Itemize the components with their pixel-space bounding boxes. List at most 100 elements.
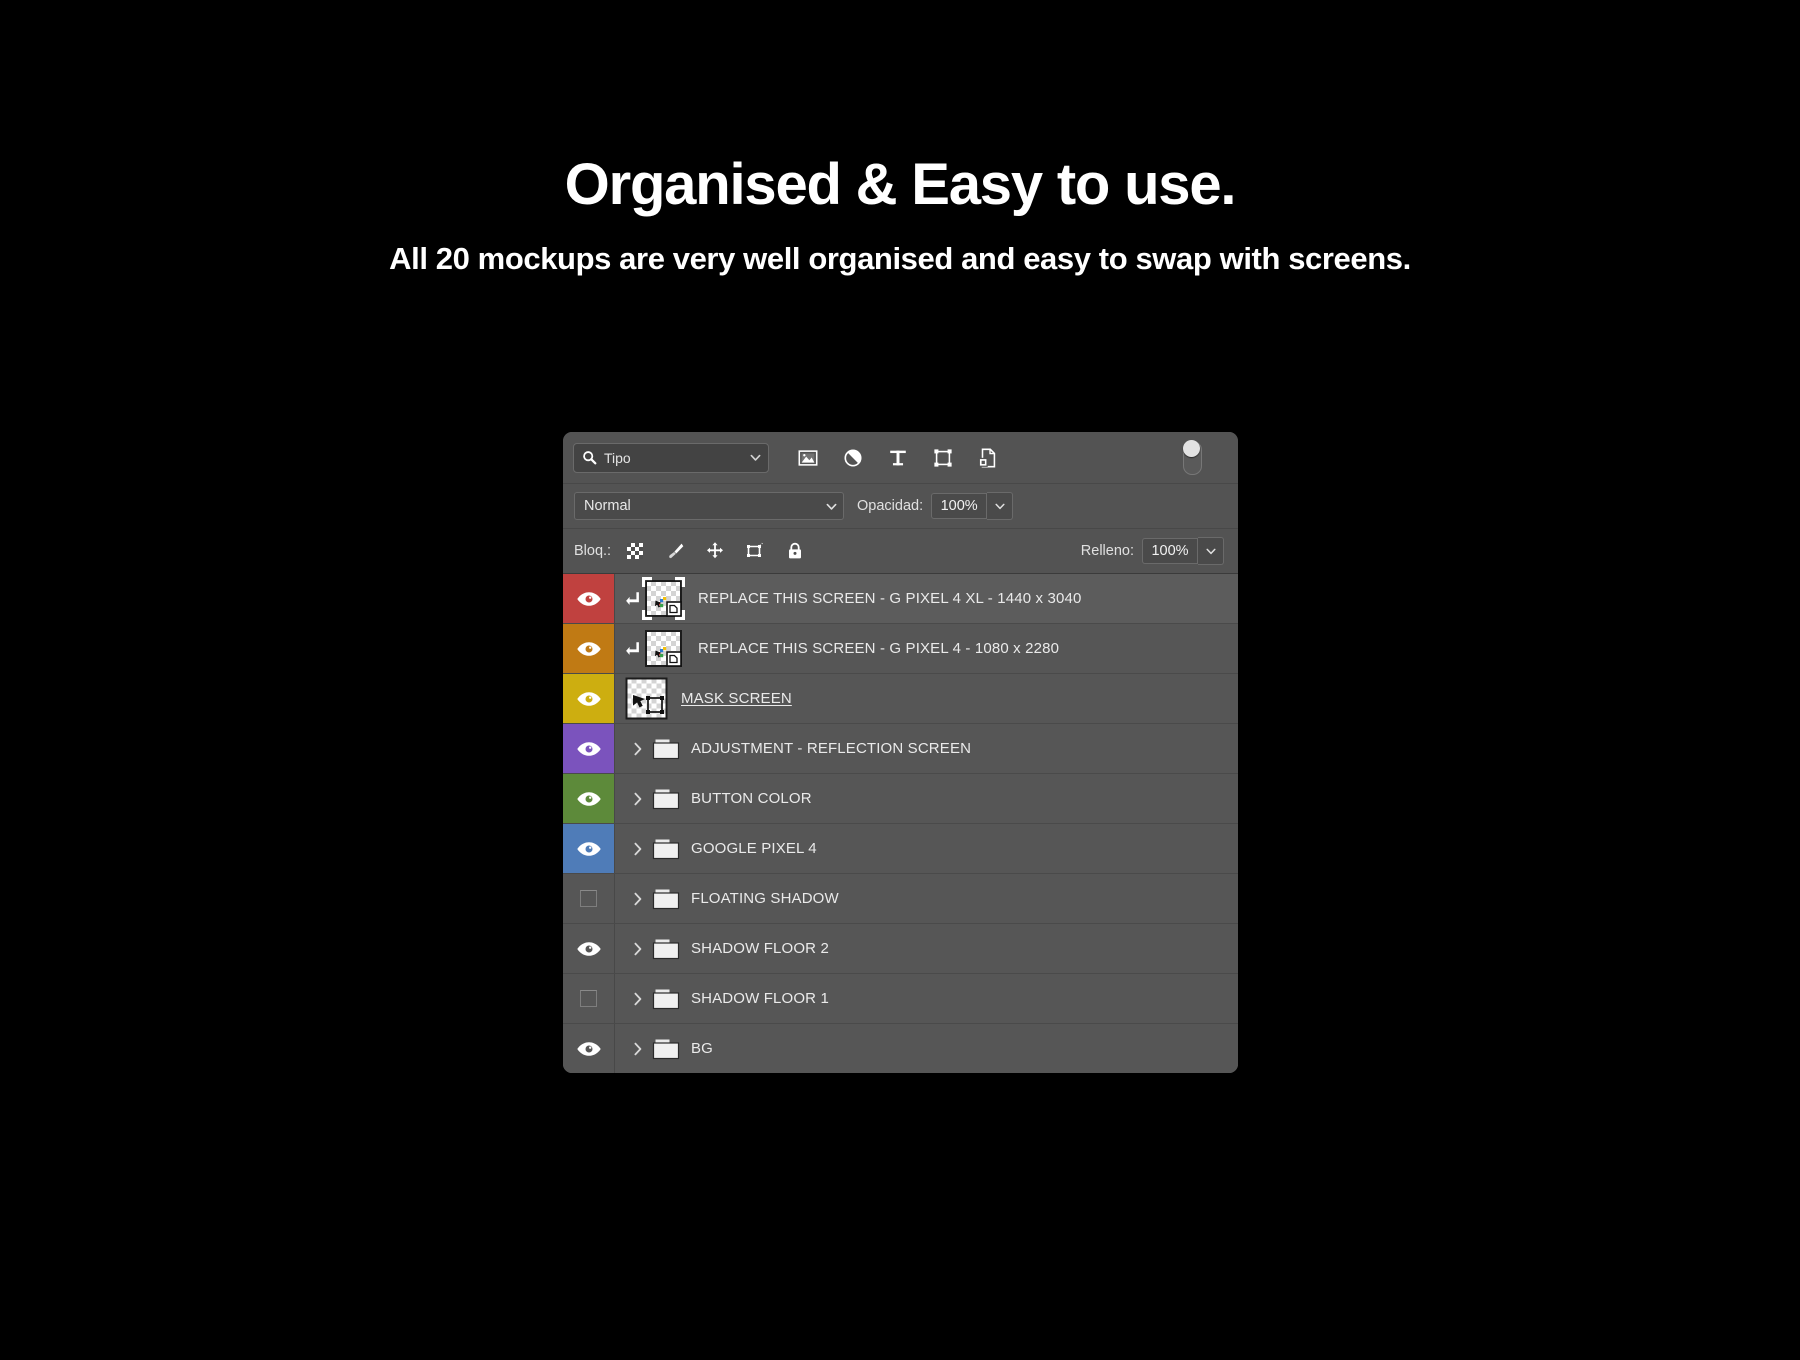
layer-name: REPLACE THIS SCREEN - G PIXEL 4 XL - 144…: [698, 590, 1082, 607]
layer-row-body[interactable]: REPLACE THIS SCREEN - G PIXEL 4 XL - 144…: [615, 574, 1238, 623]
visibility-eye-icon: [576, 741, 601, 756]
layer-filter-bar: Tipo: [563, 432, 1238, 484]
layer-row-body[interactable]: SHADOW FLOOR 2: [615, 924, 1238, 973]
visibility-empty-icon: [580, 890, 597, 907]
blend-mode-bar: Normal Opacidad: 100%: [563, 484, 1238, 529]
chevron-right-icon[interactable]: [629, 740, 647, 758]
fill-stepper[interactable]: [1198, 537, 1224, 565]
visibility-eye-icon: [576, 1041, 601, 1056]
visibility-eye-icon: [576, 791, 601, 806]
layer-list: REPLACE THIS SCREEN - G PIXEL 4 XL - 144…: [563, 574, 1238, 1073]
lock-label: Bloq.:: [574, 543, 612, 559]
layer-row[interactable]: REPLACE THIS SCREEN - G PIXEL 4 - 1080 x…: [563, 624, 1238, 674]
visibility-empty-icon: [580, 990, 597, 1007]
layer-row-body[interactable]: BUTTON COLOR: [615, 774, 1238, 823]
layer-thumbnail[interactable]: [641, 576, 686, 621]
layer-visibility-toggle[interactable]: [563, 674, 615, 723]
chevron-right-icon[interactable]: [629, 990, 647, 1008]
folder-icon: [652, 789, 680, 809]
smart-object-thumbnail-icon: [641, 576, 686, 621]
chevron-down-icon: [750, 454, 761, 461]
adjustment-layer-filter-icon[interactable]: [842, 447, 864, 469]
chevron-right-icon[interactable]: [629, 890, 647, 908]
layer-row[interactable]: BG: [563, 1024, 1238, 1073]
layer-row-body[interactable]: ADJUSTMENT - REFLECTION SCREEN: [615, 724, 1238, 773]
visibility-eye-icon: [576, 641, 601, 656]
shape-layer-thumbnail-icon: [625, 677, 668, 720]
opacity-stepper[interactable]: [987, 492, 1014, 520]
layer-row[interactable]: GOOGLE PIXEL 4: [563, 824, 1238, 874]
layer-name: SHADOW FLOOR 1: [691, 990, 829, 1007]
layer-name: REPLACE THIS SCREEN - G PIXEL 4 - 1080 x…: [698, 640, 1060, 657]
fill-controls: Relleno: 100%: [1068, 537, 1224, 565]
filter-enable-toggle[interactable]: [1183, 439, 1202, 475]
layer-row[interactable]: MASK SCREEN: [563, 674, 1238, 724]
layer-name: FLOATING SHADOW: [691, 890, 839, 907]
layer-row[interactable]: FLOATING SHADOW: [563, 874, 1238, 924]
layer-visibility-toggle[interactable]: [563, 1024, 615, 1073]
visibility-eye-icon: [576, 591, 601, 606]
layer-filter-kind-buttons: [797, 447, 999, 469]
layer-visibility-toggle[interactable]: [563, 874, 615, 923]
chevron-down-icon: [995, 503, 1005, 510]
lock-image-pixels-icon[interactable]: [665, 541, 685, 561]
layer-visibility-toggle[interactable]: [563, 574, 615, 623]
page-title: Organised & Easy to use.: [564, 152, 1237, 217]
layer-row-body[interactable]: GOOGLE PIXEL 4: [615, 824, 1238, 873]
folder-icon: [652, 1039, 680, 1059]
layer-filter-type-select[interactable]: Tipo: [573, 442, 769, 473]
opacity-input[interactable]: 100%: [931, 493, 988, 519]
layer-row[interactable]: BUTTON COLOR: [563, 774, 1238, 824]
layers-panel: Tipo Normal Opacidad: 100% Bloq.: Rellen…: [563, 432, 1238, 1073]
page-subtitle: All 20 mockups are very well organised a…: [389, 240, 1411, 276]
layer-row[interactable]: REPLACE THIS SCREEN - G PIXEL 4 XL - 144…: [563, 574, 1238, 624]
layer-visibility-toggle[interactable]: [563, 974, 615, 1023]
chevron-down-icon: [826, 503, 837, 510]
layer-visibility-toggle[interactable]: [563, 924, 615, 973]
shape-layer-filter-icon[interactable]: [932, 447, 954, 469]
layer-visibility-toggle[interactable]: [563, 724, 615, 773]
layer-row-body[interactable]: FLOATING SHADOW: [615, 874, 1238, 923]
lock-buttons: [625, 541, 805, 561]
layer-name: BUTTON COLOR: [691, 790, 812, 807]
lock-bar: Bloq.: Relleno: 100%: [563, 529, 1238, 574]
layer-visibility-toggle[interactable]: [563, 624, 615, 673]
layer-row-body[interactable]: SHADOW FLOOR 1: [615, 974, 1238, 1023]
type-layer-filter-icon[interactable]: [887, 447, 909, 469]
folder-icon: [652, 989, 680, 1009]
toggle-knob: [1183, 439, 1200, 457]
folder-icon: [652, 839, 680, 859]
folder-icon: [652, 889, 680, 909]
visibility-eye-icon: [576, 841, 601, 856]
lock-transparent-pixels-icon[interactable]: [625, 541, 645, 561]
layer-row[interactable]: SHADOW FLOOR 2: [563, 924, 1238, 974]
layer-thumbnail[interactable]: [642, 627, 685, 670]
layer-visibility-toggle[interactable]: [563, 824, 615, 873]
layer-row[interactable]: SHADOW FLOOR 1: [563, 974, 1238, 1024]
opacity-label: Opacidad:: [857, 498, 924, 514]
layer-row-body[interactable]: BG: [615, 1024, 1238, 1073]
layer-thumbnail[interactable]: [625, 677, 668, 720]
lock-artboard-nesting-icon[interactable]: [745, 541, 765, 561]
layer-row-body[interactable]: MASK SCREEN: [615, 674, 1238, 723]
smart-object-thumbnail-icon: [645, 630, 682, 667]
visibility-eye-icon: [576, 941, 601, 956]
chevron-right-icon[interactable]: [629, 790, 647, 808]
chevron-right-icon[interactable]: [629, 840, 647, 858]
blend-mode-value: Normal: [584, 498, 631, 514]
blend-mode-select[interactable]: Normal: [574, 492, 844, 520]
clipping-mask-arrow-icon: [626, 592, 639, 605]
chevron-right-icon[interactable]: [629, 940, 647, 958]
lock-position-icon[interactable]: [705, 541, 725, 561]
layer-row[interactable]: ADJUSTMENT - REFLECTION SCREEN: [563, 724, 1238, 774]
layer-filter-type-value: Tipo: [604, 449, 631, 466]
clipping-mask-arrow-icon: [626, 642, 639, 655]
smart-object-filter-icon[interactable]: [977, 447, 999, 469]
chevron-right-icon[interactable]: [629, 1040, 647, 1058]
layer-visibility-toggle[interactable]: [563, 774, 615, 823]
lock-all-icon[interactable]: [785, 541, 805, 561]
folder-icon: [652, 939, 680, 959]
pixel-layer-filter-icon[interactable]: [797, 447, 819, 469]
fill-input[interactable]: 100%: [1142, 538, 1198, 564]
layer-row-body[interactable]: REPLACE THIS SCREEN - G PIXEL 4 - 1080 x…: [615, 624, 1238, 673]
